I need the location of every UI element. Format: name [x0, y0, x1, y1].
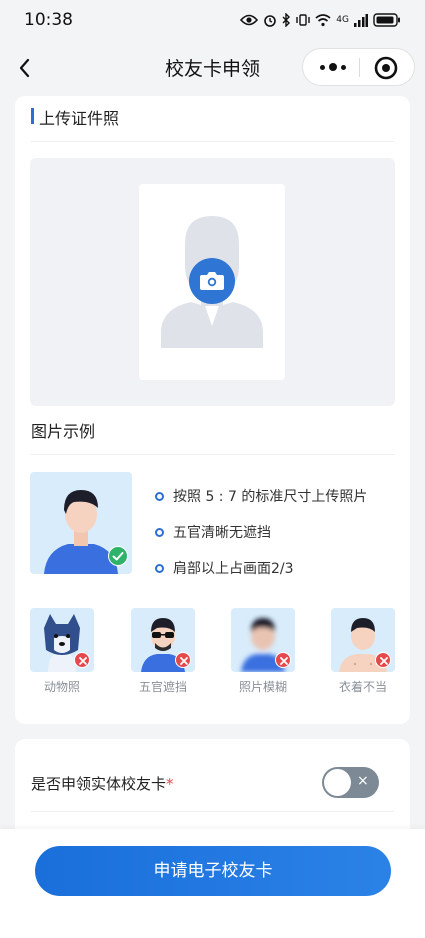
tip-item: 五官清晰无遮挡 [155, 514, 367, 550]
vibrate-icon [296, 14, 310, 26]
tip-item: 按照 5 : 7 的标准尺寸上传照片 [155, 478, 367, 514]
toggle-off-icon: × [357, 773, 369, 789]
nav-bar: 校友卡申领 [0, 40, 425, 96]
bad-example-label: 动物照 [43, 680, 80, 694]
cross-mark-icon [74, 652, 90, 668]
scroll-mask [15, 90, 410, 96]
bad-example-blurry: 照片模糊 [231, 608, 295, 695]
check-icon [108, 546, 128, 566]
cross-mark-icon [275, 652, 291, 668]
physical-card-toggle[interactable]: × [322, 767, 379, 798]
more-dots-icon [320, 64, 325, 70]
bad-example-animal: 动物照 [30, 608, 94, 695]
divider [31, 141, 394, 142]
bad-example-obstructed: 五官遮挡 [131, 608, 195, 695]
bad-example-image [231, 608, 295, 672]
status-time: 10:38 [24, 10, 73, 30]
bluetooth-icon [282, 13, 291, 27]
bad-example-label: 衣着不当 [338, 680, 387, 694]
physical-card-label: 是否申领实体校友卡* [31, 775, 174, 793]
more-button[interactable] [313, 55, 353, 79]
miniprogram-capsule [302, 48, 415, 86]
battery-icon [373, 13, 400, 27]
photo-tips: 按照 5 : 7 的标准尺寸上传照片 五官清晰无遮挡 肩部以上占画面2/3 [155, 478, 367, 586]
bullet-icon [155, 527, 164, 537]
camera-icon [200, 272, 224, 290]
upload-section-title: 上传证件照 [39, 109, 120, 128]
cross-mark-icon [175, 652, 191, 668]
bullet-icon [155, 491, 164, 501]
status-icons: 4G [240, 10, 401, 30]
required-mark: * [166, 775, 174, 793]
bad-example-label: 照片模糊 [238, 680, 287, 694]
capsule-divider [359, 58, 360, 77]
wifi-icon [315, 13, 331, 26]
upload-card: 上传证件照 图片示例 按照 5: 7 的标准尺寸上传照片 五官清晰无遮挡 肩部… [15, 96, 410, 724]
cross-mark-icon [375, 652, 391, 668]
eye-icon [240, 14, 259, 26]
toggle-knob [324, 769, 351, 796]
apply-e-card-button[interactable]: 申请电子校友卡 [35, 846, 391, 896]
status-bar: 10:38 4G [0, 0, 425, 40]
bad-example-image [131, 608, 195, 672]
camera-button[interactable] [189, 258, 235, 304]
bottom-action-bar: 申请电子校友卡 [0, 829, 425, 938]
good-example-photo [30, 472, 132, 574]
photo-upload-area[interactable] [30, 158, 395, 406]
network-type: 4G [336, 15, 349, 25]
bad-example-label: 五官遮挡 [138, 680, 187, 694]
bad-example-image [331, 608, 395, 672]
bullet-icon [155, 563, 164, 573]
divider [31, 811, 394, 812]
bad-example-attire: 衣着不当 [331, 608, 395, 695]
signal-icon [354, 13, 368, 27]
alarm-icon [264, 15, 277, 27]
tip-item: 肩部以上占画面2/3 [155, 550, 367, 586]
bad-example-image [30, 608, 94, 672]
section-accent-bar [31, 108, 34, 124]
divider [31, 454, 394, 455]
target-circle-icon [374, 56, 398, 80]
close-button[interactable] [373, 55, 399, 81]
examples-section-title: 图片示例 [31, 422, 96, 441]
